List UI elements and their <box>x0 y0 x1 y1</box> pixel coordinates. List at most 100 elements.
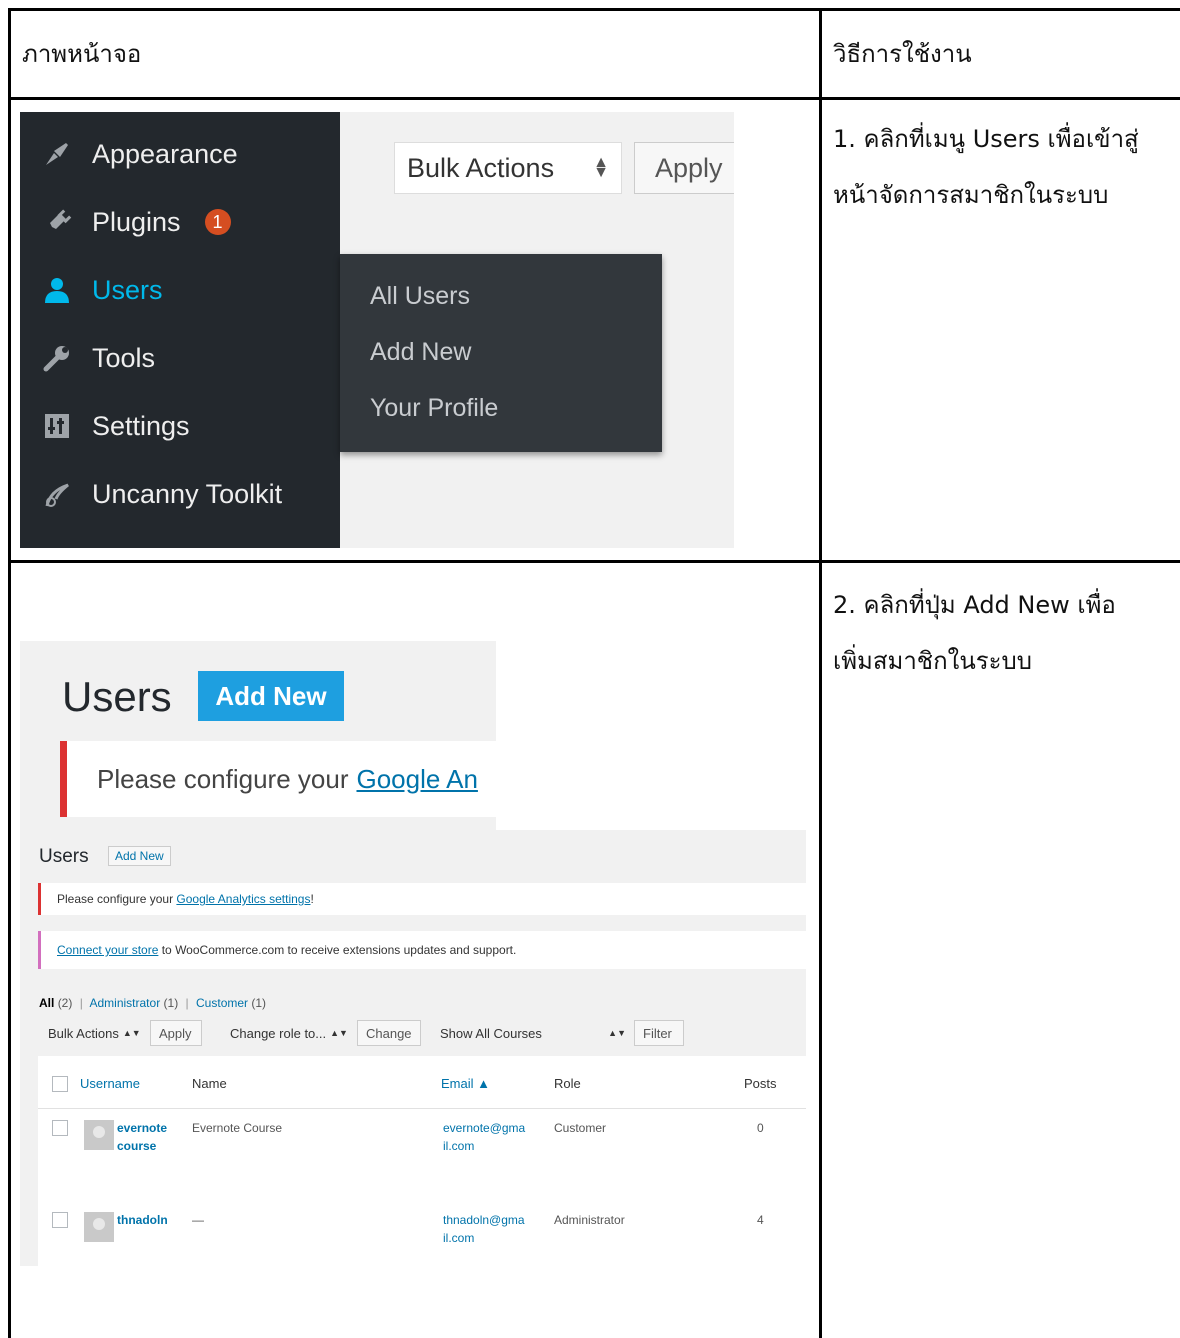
filter-button[interactable]: Filter <box>634 1020 684 1046</box>
row-email[interactable]: evernote@gma il.com <box>443 1119 525 1155</box>
row-posts: 4 <box>757 1213 764 1227</box>
row-username-line1: evernote <box>117 1121 168 1135</box>
user-icon <box>38 275 76 305</box>
row-role: Administrator <box>554 1213 625 1227</box>
menu-item-users[interactable]: Users <box>38 266 163 314</box>
menu-item-plugins[interactable]: Plugins 1 <box>38 198 231 246</box>
menu-item-uncanny-toolkit[interactable]: Uncanny Toolkit <box>38 470 282 518</box>
users-table: Username Name Email ▲ Role Posts evernot… <box>38 1056 806 1266</box>
select-arrows-icon: ▲▼ <box>608 1028 626 1038</box>
column-username[interactable]: Username <box>80 1076 140 1091</box>
table-border-top <box>8 8 1180 11</box>
menu-label-plugins: Plugins <box>92 206 181 237</box>
menu-item-settings[interactable]: Settings <box>38 402 190 450</box>
screenshot-users-page: Users Add New Please configure your Goog… <box>20 830 806 1266</box>
column-email[interactable]: Email ▲ <box>441 1076 490 1091</box>
google-analytics-settings-link[interactable]: Google Analytics settings <box>176 892 310 906</box>
submenu-add-new[interactable]: Add New <box>370 338 471 367</box>
column-posts: Posts <box>744 1076 777 1091</box>
notice-link[interactable]: Google An <box>356 764 477 795</box>
menu-label-tools: Tools <box>92 342 156 373</box>
menu-item-tools[interactable]: Tools <box>38 334 155 382</box>
step-2-text-line-2: เพิ่มสมาชิกในระบบ <box>833 647 1032 675</box>
apply-button[interactable]: Apply <box>150 1020 202 1046</box>
add-new-button-small[interactable]: Add New <box>108 846 171 866</box>
change-label: Change <box>366 1025 412 1041</box>
filter-customer[interactable]: Customer <box>196 996 248 1010</box>
filter-separator: | <box>185 996 189 1010</box>
notice1-suffix: ! <box>310 892 314 906</box>
table-row-divider-1 <box>8 97 1180 100</box>
filter-all[interactable]: All <box>39 996 54 1010</box>
screenshot-admin-menu: Appearance Plugins 1 Users Tools Setting… <box>20 112 734 548</box>
submenu-all-users[interactable]: All Users <box>370 282 470 311</box>
row-name: — <box>192 1213 204 1227</box>
select-arrows-icon: ▲▼ <box>122 1028 141 1038</box>
step-2-text-line-1: 2. คลิกที่ปุ่ม Add New เพื่อ <box>833 591 1116 619</box>
apply-button[interactable]: Apply <box>634 142 734 194</box>
row-posts: 0 <box>757 1121 764 1135</box>
select-arrows-icon: ▲▼ <box>593 154 609 181</box>
table-border-left <box>8 8 11 1338</box>
filter-all-count: (2) <box>57 996 73 1010</box>
row-role: Customer <box>554 1121 607 1135</box>
filter-administrator-count: (1) <box>163 996 179 1010</box>
change-role-label: Change role to... <box>230 1025 327 1041</box>
change-role-select[interactable]: Change role to... ▲▼ <box>222 1020 354 1046</box>
apply-label: Apply <box>159 1025 192 1041</box>
row-email-line2: il.com <box>443 1139 475 1153</box>
row-checkbox[interactable] <box>52 1212 68 1228</box>
filter-administrator[interactable]: Administrator <box>90 996 161 1010</box>
header-screenshot: ภาพหน้าจอ <box>22 40 142 68</box>
page-title-small: Users <box>39 846 89 867</box>
submenu-your-profile[interactable]: Your Profile <box>370 394 498 423</box>
filter-label: Filter <box>643 1025 672 1041</box>
bulk-actions-label: Bulk Actions <box>407 152 555 183</box>
analytics-settings-notice: Please configure your Google Analytics s… <box>38 883 806 915</box>
users-submenu-flyout: All Users Add New Your Profile <box>340 254 662 452</box>
plugin-icon <box>38 207 76 237</box>
row-email-line1: evernote@gma <box>443 1121 526 1135</box>
table-header-divider <box>38 1108 806 1109</box>
select-all-checkbox[interactable] <box>52 1076 68 1092</box>
row-email[interactable]: thnadoln@gma il.com <box>443 1211 525 1247</box>
row-username-line1: thnadoln <box>117 1213 168 1227</box>
filter-separator: | <box>79 996 83 1010</box>
notice-text: Please configure your <box>97 763 349 794</box>
menu-label-settings: Settings <box>92 410 190 441</box>
select-arrows-icon: ▲▼ <box>330 1028 348 1038</box>
woocommerce-connect-notice: Connect your store to WooCommerce.com to… <box>38 931 806 969</box>
menu-label-uncanny-toolkit: Uncanny Toolkit <box>92 478 283 509</box>
admin-sidebar: Appearance Plugins 1 Users Tools Setting… <box>20 112 340 548</box>
connect-your-store-link[interactable]: Connect your store <box>57 943 158 957</box>
filter-customer-count: (1) <box>251 996 267 1010</box>
step-1-text-line-1: 1. คลิกที่เมนู Users เพื่อเข้าสู่ <box>833 125 1139 153</box>
brush-icon <box>38 139 76 169</box>
row-checkbox[interactable] <box>52 1120 68 1136</box>
screenshot-users-header-zoom: Users Add New Please configure your Goog… <box>20 641 496 830</box>
wrench-icon <box>38 343 76 373</box>
change-button[interactable]: Change <box>357 1020 421 1046</box>
column-name: Name <box>192 1076 227 1091</box>
menu-item-appearance[interactable]: Appearance <box>38 130 238 178</box>
show-courses-select[interactable]: Show All Courses ▲▼ <box>432 1020 632 1046</box>
header-instructions: วิธีการใช้งาน <box>833 40 972 68</box>
row-username[interactable]: thnadoln <box>117 1211 168 1229</box>
notice1-prefix: Please configure your <box>57 892 177 906</box>
row-email-line1: thnadoln@gma <box>443 1213 525 1227</box>
notice2-suffix: to WooCommerce.com to receive extensions… <box>158 943 517 957</box>
step-1-text-line-2: หน้าจัดการสมาชิกในระบบ <box>833 181 1109 209</box>
show-courses-label: Show All Courses <box>440 1025 542 1041</box>
apply-label: Apply <box>655 152 723 183</box>
table-column-divider <box>819 8 822 1338</box>
settings-icon <box>38 411 76 441</box>
row-username[interactable]: evernote course <box>117 1119 167 1155</box>
add-new-user-button[interactable]: Add New <box>198 671 344 721</box>
bulk-actions-select[interactable]: Bulk Actions ▲▼ <box>40 1020 144 1046</box>
table-row-divider-2 <box>8 560 1180 563</box>
role-filter-links: All (2) | Administrator (1) | Customer (… <box>39 996 266 1010</box>
plugins-update-badge: 1 <box>204 209 231 235</box>
bulk-actions-select[interactable]: Bulk Actions ▲▼ <box>394 142 622 194</box>
column-role: Role <box>554 1076 581 1091</box>
avatar <box>84 1120 114 1150</box>
